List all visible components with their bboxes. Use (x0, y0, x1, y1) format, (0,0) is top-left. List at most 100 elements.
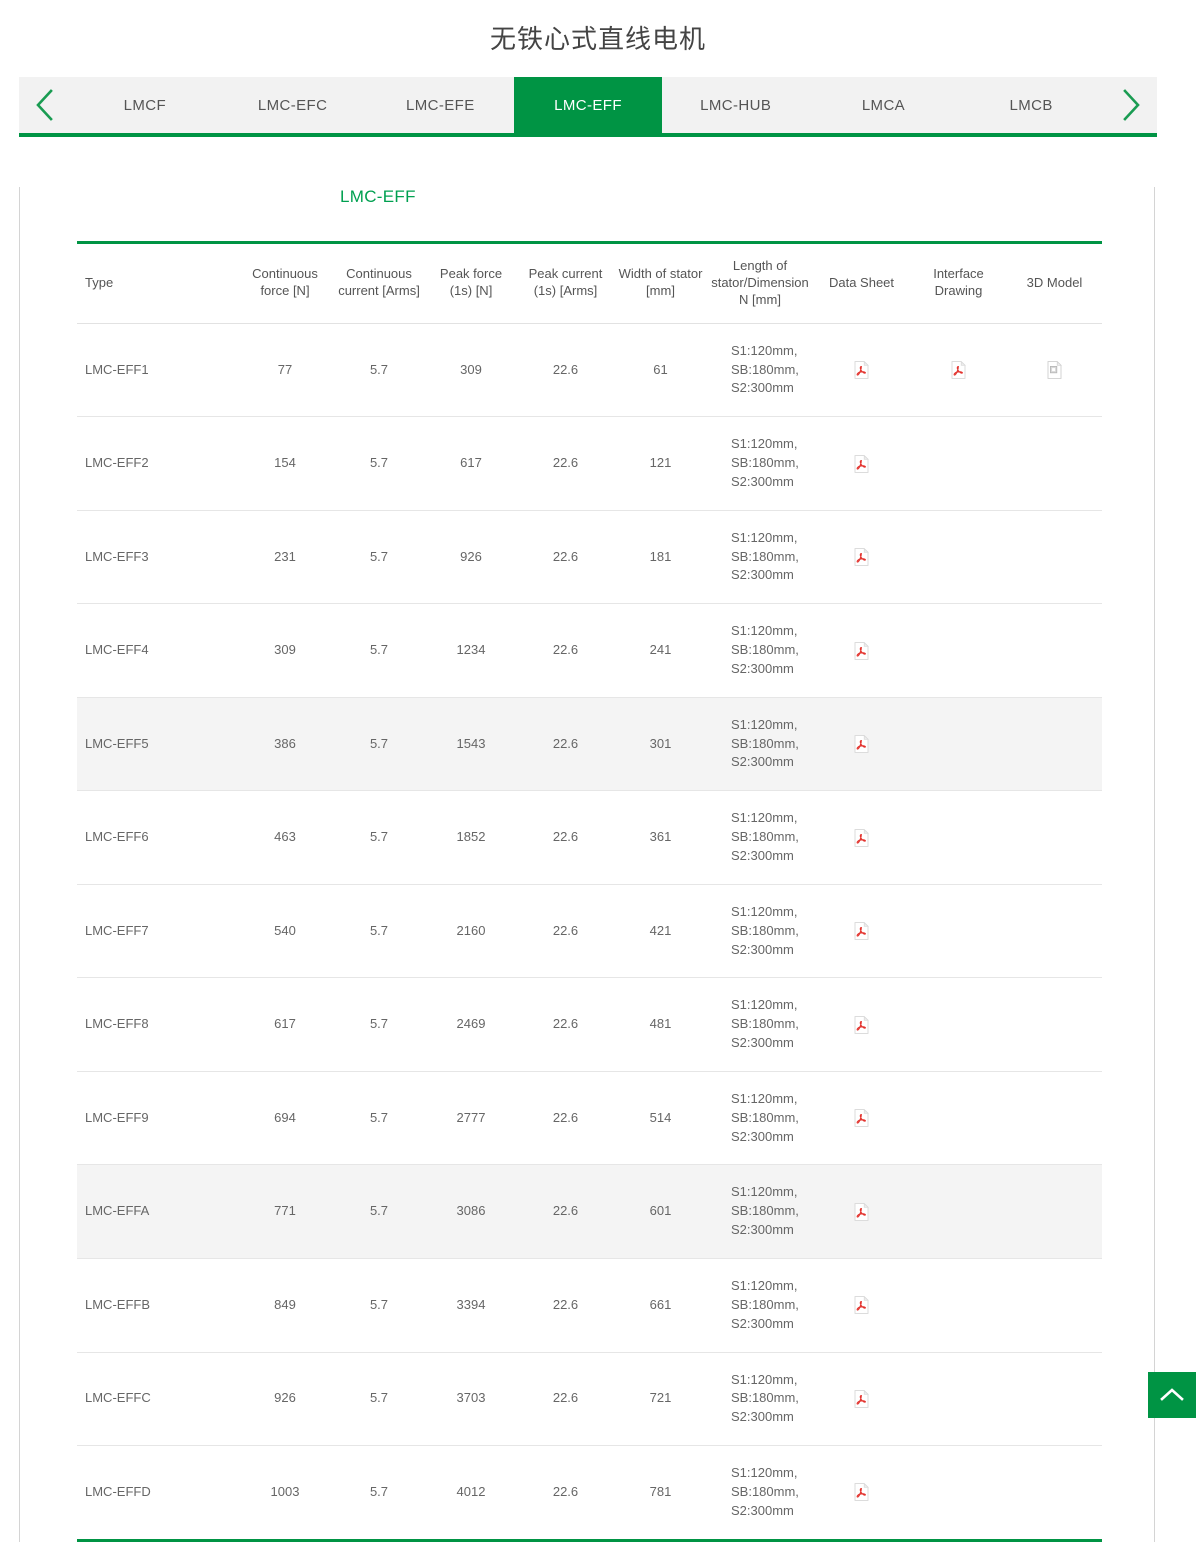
pdf-icon[interactable] (854, 1483, 869, 1502)
pdf-icon[interactable] (854, 1202, 869, 1221)
pdf-icon[interactable] (854, 1389, 869, 1408)
cell-continuous-force: 1003 (237, 1445, 333, 1541)
cell-peak-current: 22.6 (517, 1070, 614, 1165)
table-row: LMC-EFF7 540 5.7 2160 22.6 421 S1:120mm, SB:18… (77, 883, 1102, 978)
cell-type: LMC-EFF6 (77, 790, 237, 885)
cell-data-sheet[interactable] (813, 509, 910, 604)
content-panel: LMC-EFF Type Continuous force [N] Contin… (19, 187, 1155, 1542)
cell-continuous-current: 5.7 (369, 361, 389, 377)
col-header-interface-drawing: Interface Drawing (933, 266, 984, 299)
cell-interface-drawing (910, 1351, 1007, 1446)
pdf-icon[interactable] (854, 1015, 869, 1034)
cell-peak-current: 22.6 (517, 509, 614, 604)
tab-lmc-efc[interactable]: LMC-EFC (218, 77, 367, 133)
cell-length-of-stator: S1:120mm, SB:180mm, S2:300mm (707, 509, 813, 604)
cell-peak-force: 1234 (425, 603, 517, 698)
cell-data-sheet[interactable] (813, 603, 910, 698)
chevron-right-icon (1123, 89, 1140, 121)
spec-table-container: Type Continuous force [N] Continuous cur… (77, 241, 1118, 1542)
tab-lmca[interactable]: LMCA (809, 77, 958, 133)
cell-data-sheet[interactable] (813, 790, 910, 885)
cell-type: LMC-EFFB (77, 1257, 237, 1353)
cell-width-of-stator: 361 (614, 790, 707, 885)
spec-table-head: Type Continuous force [N] Continuous cur… (77, 243, 1102, 324)
cell-3d-model (1007, 509, 1102, 604)
cell-data-sheet[interactable] (813, 977, 910, 1072)
cell-length-of-stator: S1:120mm, SB:180mm, S2:300mm (707, 1257, 813, 1353)
cell-type: LMC-EFF4 (77, 603, 237, 698)
pdf-icon[interactable] (854, 641, 869, 660)
cell-data-sheet[interactable] (813, 696, 910, 791)
cell-continuous-current: 5.7 (333, 603, 425, 698)
pdf-icon[interactable] (951, 361, 966, 379)
cell-width-of-stator: 421 (614, 883, 707, 978)
tab-label: LMC-EFC (257, 96, 328, 114)
cell-width-of-stator: 61 (653, 361, 668, 377)
cell-length-of-stator: S1:120mm, SB:180mm, S2:300mm (707, 603, 813, 698)
table-row: LMC-EFFD 1003 5.7 4012 22.6 781 S1:120mm, SB:1… (77, 1445, 1102, 1541)
tab-lmcf[interactable]: LMCF (71, 77, 219, 133)
cell-continuous-force: 231 (237, 509, 333, 604)
cell-width-of-stator: 301 (614, 696, 707, 791)
col-header-type: Type (85, 274, 114, 290)
cell-interface-drawing (910, 416, 1007, 511)
cell-interface-drawing (910, 883, 1007, 978)
tab-lmc-efe[interactable]: LMC-EFE (366, 77, 515, 133)
pdf-icon[interactable] (854, 922, 869, 941)
cell-type: LMC-EFF9 (77, 1070, 237, 1165)
cell-peak-current: 22.6 (517, 1164, 614, 1259)
tab-lmc-hub[interactable]: LMC-HUB (661, 77, 810, 133)
cell-length-of-stator: S1:120mm, SB:180mm, S2:300mm (707, 1351, 813, 1446)
cell-3d-model (1007, 1351, 1102, 1446)
tab-lmcb[interactable]: LMCB (957, 77, 1106, 133)
tab-list: LMCF LMC-EFC LMC-EFE LMC-EFF LMC-HUB LMCA LMCB (71, 77, 1106, 133)
cell-length-of-stator: S1:120mm, SB:180mm, S2:300mm (707, 416, 813, 511)
cell-3d-model (1007, 1445, 1102, 1541)
cell-peak-current: 22.6 (517, 603, 614, 698)
cell-peak-force: 3703 (425, 1351, 517, 1446)
cell-data-sheet[interactable] (813, 416, 910, 511)
cell-data-sheet[interactable] (813, 323, 910, 417)
cell-continuous-current: 5.7 (333, 696, 425, 791)
table-row: LMC-EFF1 77 5.7 309 22.6 61 S1:120mm, SB:180mm… (77, 323, 1102, 417)
tab-next-arrow[interactable] (1105, 77, 1157, 133)
pdf-icon[interactable] (854, 454, 869, 473)
cell-3d-model[interactable] (1007, 323, 1102, 417)
col-header-peak-current: Peak current (1s) [Arms] (528, 266, 603, 299)
cell-continuous-current: 5.7 (333, 1351, 425, 1446)
cell-data-sheet[interactable] (813, 1351, 910, 1446)
table-header-row: Type Continuous force [N] Continuous cur… (77, 243, 1102, 324)
cell-3d-model (1007, 696, 1102, 791)
cell-width-of-stator: 601 (614, 1164, 707, 1259)
cell-data-sheet[interactable] (813, 1070, 910, 1165)
pdf-icon[interactable] (854, 1296, 869, 1315)
cell-peak-force: 2777 (425, 1070, 517, 1165)
cell-type: LMC-EFF2 (77, 416, 237, 511)
table-row: LMC-EFF6 463 5.7 1852 22.6 361 S1:120mm, SB:18… (77, 790, 1102, 885)
tab-prev-arrow[interactable] (19, 77, 71, 133)
cell-data-sheet[interactable] (813, 1164, 910, 1259)
table-row: LMC-EFF4 309 5.7 1234 22.6 241 S1:120mm, SB:18… (77, 603, 1102, 698)
cell-peak-force: 926 (425, 509, 517, 604)
cell-peak-force: 3086 (425, 1164, 517, 1259)
pdf-icon[interactable] (854, 1109, 869, 1128)
pdf-icon[interactable] (854, 735, 869, 754)
cell-length-of-stator: S1:120mm, SB:180mm, S2:300mm (707, 696, 813, 791)
tab-lmc-eff[interactable]: LMC-EFF (514, 77, 662, 133)
pdf-icon[interactable] (854, 828, 869, 847)
cell-peak-current: 22.6 (517, 1445, 614, 1541)
cell-data-sheet[interactable] (813, 1445, 910, 1541)
3d-model-file-icon[interactable] (1047, 361, 1062, 379)
col-header-width-of-stator: Width of stator [mm] (618, 266, 703, 299)
cell-interface-drawing[interactable] (910, 323, 1007, 417)
cell-3d-model (1007, 603, 1102, 698)
pdf-icon[interactable] (854, 548, 869, 566)
cell-data-sheet[interactable] (813, 1257, 910, 1353)
table-row: LMC-EFF8 617 5.7 2469 22.6 481 S1:120mm, SB:18… (77, 977, 1102, 1072)
pdf-icon[interactable] (854, 361, 869, 379)
back-to-top-button[interactable] (1148, 1372, 1196, 1418)
table-row: LMC-EFF2 154 5.7 617 22.6 121 S1:120mm, SB:180… (77, 416, 1102, 511)
cell-continuous-current: 5.7 (333, 416, 425, 511)
cell-data-sheet[interactable] (813, 883, 910, 978)
cell-interface-drawing (910, 977, 1007, 1072)
